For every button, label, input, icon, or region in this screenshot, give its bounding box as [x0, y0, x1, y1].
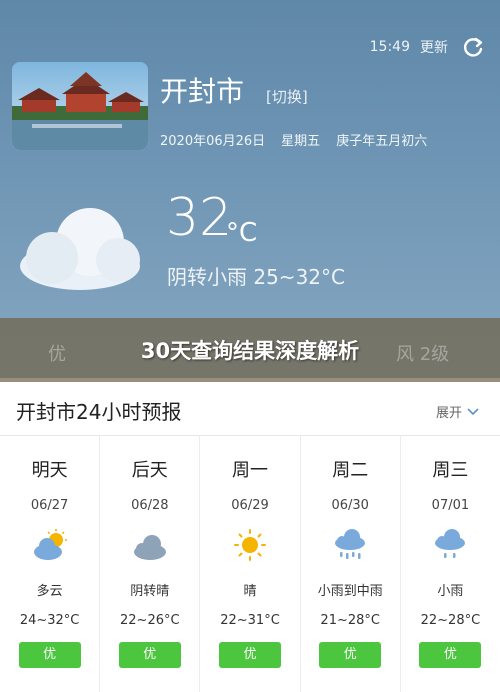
- day-temperature-range: 24~32°C: [19, 613, 80, 628]
- aqi-badge[interactable]: 优: [219, 642, 281, 668]
- overlay-banner: 优 风 2级 30天查询结果深度解析: [0, 318, 500, 382]
- current-condition: 阴转小雨 25~32°C: [167, 265, 345, 289]
- switch-city-link[interactable]: [切换]: [266, 86, 308, 107]
- day-date: 06/27: [30, 498, 69, 513]
- day-name: 后天: [131, 460, 168, 481]
- chevron-down-icon: [467, 407, 479, 415]
- current-temperature: 32: [166, 188, 233, 248]
- day-condition: 阴转晴: [130, 584, 170, 599]
- heavy-rain-icon: [335, 529, 366, 559]
- forecast-header: 开封市24小时预报 展开: [0, 382, 500, 436]
- day-date: 06/29: [231, 498, 269, 513]
- day-date: 06/30: [331, 498, 369, 513]
- city-name: 开封市: [160, 75, 245, 108]
- forecast-day[interactable]: 周一 06/29 晴 22~31°C 优: [200, 436, 301, 692]
- city-photo: [12, 62, 148, 150]
- day-date: 06/28: [131, 498, 169, 513]
- sun-cloud-icon: [33, 529, 67, 560]
- day-name: 周一: [232, 460, 268, 481]
- forecast-title: 开封市24小时预报: [16, 400, 182, 424]
- top-bar: 15:49 更新: [370, 34, 486, 60]
- forecast-day[interactable]: 周二 06/30 小雨到中雨 21~28°C 优: [301, 436, 401, 692]
- aqi-badge[interactable]: 优: [319, 642, 382, 668]
- day-temperature-range: 22~31°C: [220, 613, 280, 628]
- day-name: 周二: [332, 460, 369, 481]
- temperature-unit: °C: [226, 218, 258, 248]
- cloud-icon: [20, 208, 140, 290]
- day-temperature-range: 22~28°C: [420, 613, 481, 628]
- cloud-icon: [133, 535, 166, 560]
- light-rain-icon: [435, 529, 466, 558]
- update-time: 15:49: [369, 39, 410, 55]
- refresh-label[interactable]: 更新: [420, 37, 448, 57]
- forecast-day[interactable]: 明天 06/27 多云 24~32°C 优: [0, 436, 101, 692]
- day-temperature-range: 21~28°C: [320, 613, 380, 628]
- weekday: 星期五: [281, 134, 321, 149]
- day-condition: 晴: [243, 584, 257, 599]
- day-condition: 小雨: [437, 584, 464, 599]
- aqi-badge[interactable]: 优: [118, 642, 181, 668]
- day-condition: 多云: [36, 584, 63, 599]
- banner-title: 30天查询结果深度解析: [140, 339, 360, 363]
- city-landmark-image: [12, 62, 148, 150]
- sun-icon: [234, 529, 266, 561]
- day-condition: 小雨到中雨: [317, 584, 383, 599]
- expand-label: 展开: [435, 406, 462, 421]
- day-date: 07/01: [431, 498, 470, 513]
- day-temperature-range: 22~26°C: [120, 613, 180, 628]
- forecast-day[interactable]: 周三 07/01 小雨 22~28°C 优: [401, 436, 500, 692]
- expand-button[interactable]: 展开: [436, 402, 480, 421]
- day-name: 周三: [432, 460, 469, 481]
- day-name: 明天: [31, 460, 68, 481]
- date-line: 2020年06月26日 星期五 庚子年五月初六: [160, 130, 427, 149]
- forecast-days: 明天 06/27 多云 24~32°C 优 后天 06/28 阴转晴 22~26…: [0, 436, 500, 692]
- lunar-date: 庚子年五月初六: [336, 134, 428, 149]
- date: 2020年06月26日: [160, 134, 266, 149]
- aqi-badge[interactable]: 优: [18, 642, 81, 668]
- refresh-icon[interactable]: [460, 34, 486, 60]
- forecast-day[interactable]: 后天 06/28 阴转晴 22~26°C 优: [100, 436, 201, 692]
- aqi-badge[interactable]: 优: [419, 642, 482, 668]
